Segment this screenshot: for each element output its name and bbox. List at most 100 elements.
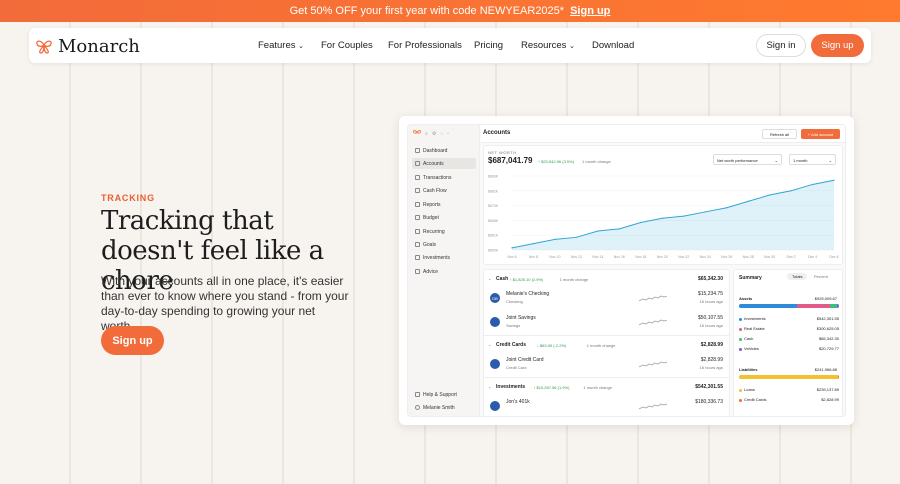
sidebar-item-dashboard[interactable]: Dashboard: [412, 145, 476, 156]
sidebar-item-advice[interactable]: Advice: [412, 266, 476, 277]
sidebar-item-budget[interactable]: Budget: [412, 212, 476, 223]
group-name: Credit Cards: [496, 342, 527, 348]
chevron-down-icon: ⌄: [488, 384, 492, 389]
avatar: [415, 405, 420, 410]
account-type: Checking: [506, 299, 523, 304]
summary-tab-totals[interactable]: Totals: [787, 273, 808, 280]
recurring-icon: [415, 229, 420, 234]
performance-select[interactable]: Net worth performance ⌄: [713, 154, 782, 165]
account-group-header[interactable]: ⌄ Investments ↑ $10,287.56 (1.9%) 1 mont…: [484, 381, 729, 393]
group-total: $2,828.99: [700, 342, 723, 348]
liabilities-total: $241,966.88: [814, 367, 837, 372]
account-updated: 16 hours ago: [699, 323, 723, 328]
account-balance: $180,336.73: [695, 399, 723, 405]
period-select[interactable]: 1 month ⌄: [789, 154, 836, 165]
x-tick-label: Dec 6: [829, 255, 838, 259]
x-tick-label: Dec 2: [786, 255, 795, 259]
sidebar-item-label: Dashboard: [423, 147, 448, 154]
chevron-down-icon: ⌄: [298, 43, 305, 50]
y-tick-label: $654K: [488, 249, 499, 253]
group-change: ↑ $1,826.10 (2.9%): [509, 277, 544, 282]
nav-for-couples[interactable]: For Couples: [321, 40, 373, 51]
period-select-value: 1 month: [793, 158, 808, 163]
chevron-down-icon: ⌄: [828, 158, 832, 163]
monarch-butterfly-icon: [413, 130, 421, 134]
account-name: Joint Savings: [506, 315, 536, 321]
sidebar-item-investments[interactable]: Investments: [412, 252, 476, 263]
nav-sign-up-button[interactable]: Sign up: [811, 34, 864, 57]
account-row[interactable]: Jon's 401k $180,336.73: [484, 395, 729, 416]
sign-in-button[interactable]: Sign in: [756, 34, 806, 57]
sidebar-item-label: Help & Support: [423, 391, 457, 398]
sidebar-toggle-icon[interactable]: ▫: [447, 131, 449, 137]
chart-point: [618, 228, 620, 230]
liabilities-bar: [739, 375, 839, 379]
nav-download[interactable]: Download: [592, 40, 634, 51]
accounts-list: ⌄ Cash ↑ $1,826.10 (2.9%) 1 month change…: [483, 269, 730, 416]
net-worth-label: NET WORTH: [488, 150, 517, 155]
promo-sign-up-link[interactable]: Sign up: [570, 5, 610, 17]
sidebar-item-accounts[interactable]: Accounts: [412, 158, 476, 169]
settings-icon[interactable]: ⚙: [432, 131, 436, 137]
summary-tab-percent[interactable]: Percent: [814, 274, 828, 279]
sidebar-item-goals[interactable]: Goals: [412, 239, 476, 250]
assets-bar-cash: [829, 304, 837, 308]
x-tick-label: Nov 22: [678, 255, 689, 259]
account-row[interactable]: Joint Credit Card Credit Card $2,828.99 …: [484, 353, 729, 375]
bell-icon[interactable]: ◌: [440, 131, 443, 137]
chart-point: [511, 247, 513, 249]
sidebar-item-recurring[interactable]: Recurring: [412, 226, 476, 237]
summary-item-name: Vehicles: [744, 346, 759, 351]
nav-features[interactable]: Features ⌄: [258, 40, 304, 51]
nav-resources[interactable]: Resources ⌄: [521, 40, 575, 51]
account-balance: $50,107.55: [697, 315, 723, 321]
hero-sign-up-button[interactable]: Sign up: [101, 326, 164, 355]
account-name: Joint Credit Card: [506, 357, 544, 363]
add-account-button[interactable]: + Add account: [801, 129, 840, 139]
assets-bar-vehicles: [836, 304, 839, 308]
sidebar-item-help[interactable]: Help & Support: [412, 389, 476, 400]
logo[interactable]: Monarch: [36, 36, 140, 57]
sidebar-item-user[interactable]: Melanie Smith: [412, 402, 476, 413]
nav-pricing[interactable]: Pricing: [474, 40, 503, 51]
account-row[interactable]: Joint Savings Savings $50,107.55 16 hour…: [484, 311, 729, 333]
chart-point: [726, 207, 728, 209]
group-total: $542,301.55: [695, 384, 723, 390]
liabilities-bar-loans: [739, 375, 838, 379]
summary-item-name: Cash: [744, 336, 754, 341]
sidebar-item-label: Melanie Smith: [423, 404, 455, 411]
sidebar-item-transactions[interactable]: Transactions: [412, 172, 476, 183]
hero-eyebrow: TRACKING: [101, 193, 155, 203]
summary-card: Summary Totals Percent Assets $929,009.6…: [733, 269, 843, 416]
performance-select-value: Net worth performance: [717, 158, 758, 163]
search-icon[interactable]: ⌕: [425, 131, 428, 137]
chart-point: [704, 211, 706, 213]
hero-body: With your accounts all in one place, it'…: [101, 274, 349, 333]
summary-item-value: $2,828.99: [821, 397, 839, 402]
chart-point: [640, 221, 642, 224]
account-row[interactable]: DB Melanie's Checking Checking $15,234.7…: [484, 287, 729, 309]
account-group-header[interactable]: ⌄ Cash ↑ $1,826.10 (2.9%) 1 month change…: [484, 273, 729, 285]
refresh-all-button[interactable]: Refresh all: [762, 129, 797, 139]
nav-features-label: Features: [258, 40, 296, 51]
sidebar-item-cash-flow[interactable]: Cash Flow: [412, 185, 476, 196]
group-name: Investments: [496, 384, 526, 390]
legend-dot: [739, 318, 742, 321]
chart-point: [747, 200, 749, 202]
account-name: Melanie's Checking: [506, 291, 550, 297]
chart-point: [575, 236, 577, 238]
chart-point: [811, 183, 814, 186]
legend-dot: [739, 328, 742, 331]
app-screenshot: ⌕ ⚙ ◌ ▫ Dashboard Accounts Transactions …: [399, 116, 854, 425]
app-sidebar: ⌕ ⚙ ◌ ▫ Dashboard Accounts Transactions …: [408, 125, 480, 416]
summary-item-value: $300,625.05: [816, 326, 839, 331]
account-group-header[interactable]: ⌄ Credit Cards ↓ $63.09 (-2.2%) 1 month …: [484, 339, 729, 351]
sidebar-item-reports[interactable]: Reports: [412, 199, 476, 210]
summary-row: Credit Cards $2,828.99: [739, 397, 839, 405]
nav-for-professionals[interactable]: For Professionals: [388, 40, 462, 51]
x-tick-label: Nov 8: [529, 255, 538, 259]
x-tick-label: Nov 30: [764, 255, 775, 259]
summary-row: Loans $239,137.89: [739, 387, 839, 395]
summary-item-name: Loans: [744, 387, 755, 392]
investments-icon: [415, 255, 420, 260]
